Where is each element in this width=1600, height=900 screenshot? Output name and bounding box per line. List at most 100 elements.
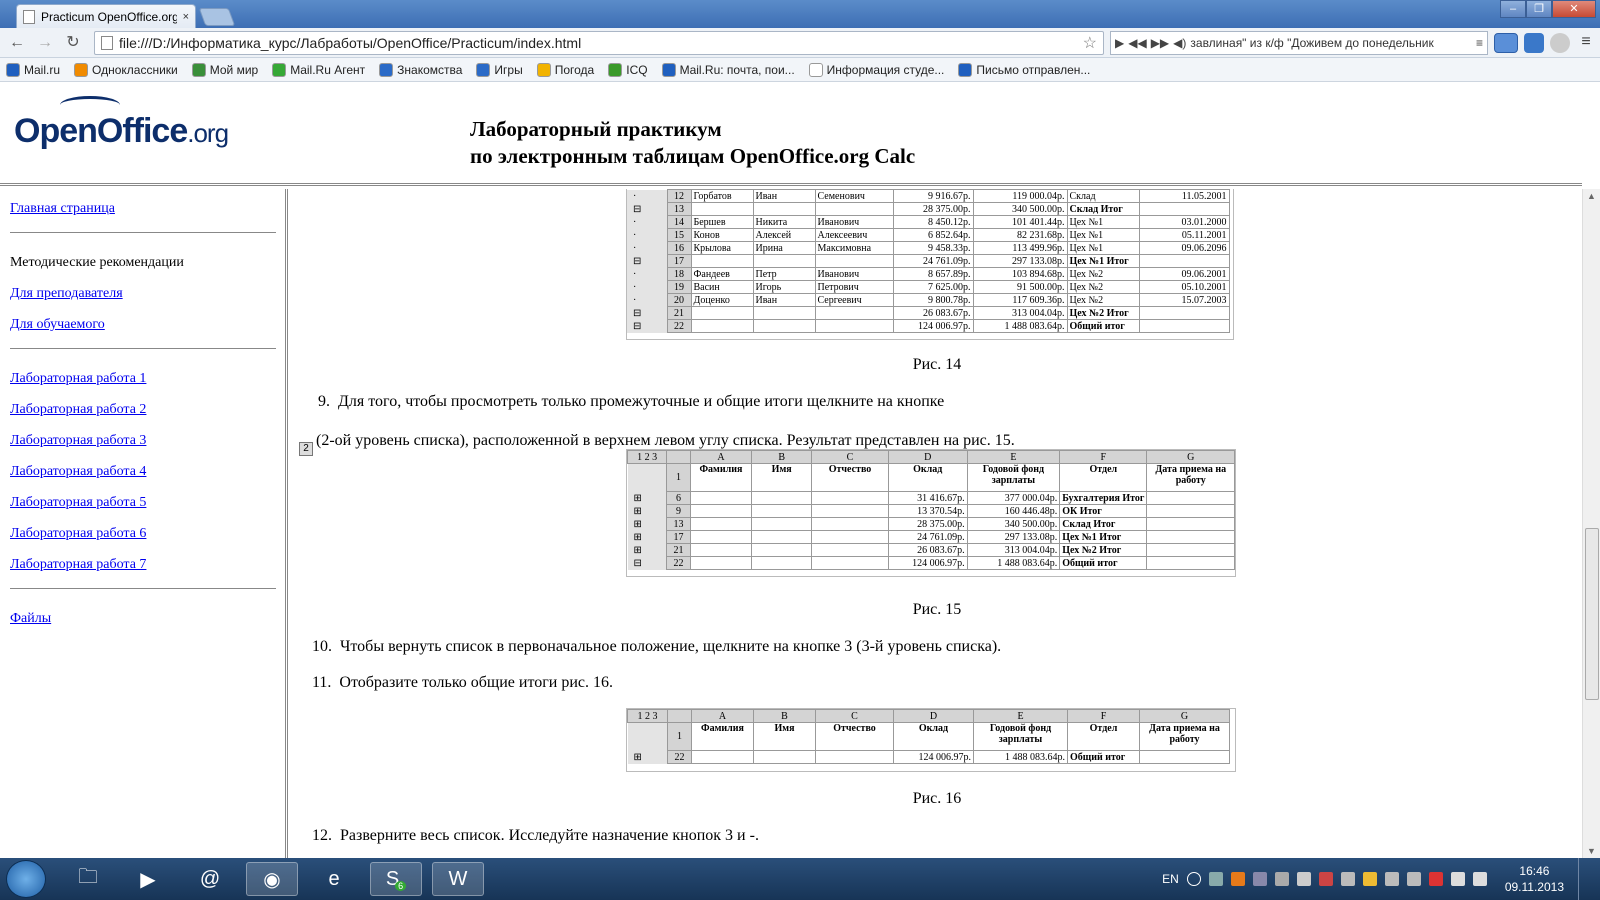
tray-icon[interactable] [1230,872,1245,886]
browser-tab[interactable]: Practicum OpenOffice.org × [16,4,196,28]
bookmark-item[interactable]: Мой мир [191,62,258,77]
settings-menu-icon[interactable]: ≡ [1576,33,1596,53]
mail-agent-taskbar-icon[interactable]: @ [184,862,236,896]
expand-plus-button[interactable]: ⊟ [627,556,668,570]
tray-icon[interactable] [1428,872,1443,886]
nav-lab-link-3[interactable]: Лабораторная работа 3 [10,433,275,449]
nav-student-link[interactable]: Для обучаемого [10,317,275,333]
outline-gutter[interactable]: ⊟ [627,202,668,216]
scroll-up-icon[interactable]: ▲ [1587,191,1596,201]
help-icon[interactable] [1186,872,1201,886]
nav-lab-link-1[interactable]: Лабораторная работа 1 [10,371,275,387]
cell: Цех №1 [1066,215,1140,229]
forward-arrow-icon[interactable]: → [34,33,56,53]
rewind-icon[interactable]: ◀◀ [1128,36,1146,50]
nav-home-link[interactable]: Главная страница [10,201,275,217]
outline-gutter[interactable]: ⊟ [627,254,668,268]
bookmark-item[interactable]: Mail.Ru Агент [272,62,365,77]
outline-gutter[interactable]: ⊟ [627,319,668,333]
close-window-button[interactable]: ✕ [1552,0,1596,18]
expand-plus-button[interactable]: ⊞ [627,517,668,531]
start-button[interactable] [6,860,46,898]
nav-lab-link-7[interactable]: Лабораторная работа 7 [10,557,275,573]
cell [1146,491,1235,505]
windows-taskbar: 🗀 ▶ @ ◉ e S6 W EN 16:46 09.11.2013 [0,858,1600,900]
bookmark-item[interactable]: ICQ [608,62,648,77]
back-arrow-icon[interactable]: ← [6,33,28,53]
tray-icon[interactable] [1318,872,1333,886]
bookmark-item[interactable]: Одноклассники [74,62,178,77]
volume-icon[interactable] [1472,872,1487,886]
scroll-down-icon[interactable]: ▼ [1587,846,1596,856]
tray-icon[interactable] [1274,872,1289,886]
cell: Игорь [752,280,816,294]
tray-icon[interactable] [1340,872,1355,886]
search-icon[interactable] [1494,33,1518,53]
expand-plus-button[interactable]: ⊞ [627,491,668,505]
bookmark-item[interactable]: Mail.Ru: почта, пои... [661,62,795,77]
skype-taskbar-icon[interactable]: S6 [370,862,422,896]
outline-gutter[interactable]: ⊟ [627,306,668,320]
expand-plus-button[interactable]: ⊞ [627,504,668,518]
maximize-button[interactable]: ❐ [1526,0,1552,18]
tab-close-icon[interactable]: × [183,11,189,23]
table-row: ⊟ 17 24 761.09р. 297 133.08р. Цех №1 Итог [627,254,1230,268]
nav-lab-link-4[interactable]: Лабораторная работа 4 [10,464,275,480]
nav-lab-link-5[interactable]: Лабораторная работа 5 [10,495,275,511]
profile-icon[interactable] [1550,33,1570,53]
openoffice-logo: OpenOffice.org [14,112,229,151]
bookmark-item[interactable]: Mail.ru [6,62,60,77]
menu-lines-icon[interactable]: ≡ [1476,36,1483,50]
bookmark-item[interactable]: Письмо отправлен... [958,62,1090,77]
network-icon[interactable] [1450,872,1465,886]
url-text[interactable]: file:///D:/Информатика_курс/Лабработы/Op… [119,35,1077,51]
vertical-scrollbar[interactable]: ▲ ▼ [1582,189,1600,858]
tray-icon[interactable] [1384,872,1399,886]
cell [752,306,816,320]
media-player-taskbar-icon[interactable]: ▶ [122,862,174,896]
nav-files-link[interactable]: Файлы [10,611,275,627]
nav-lab-link-6[interactable]: Лабораторная работа 6 [10,526,275,542]
explorer-taskbar-icon[interactable]: 🗀 [62,862,114,896]
outline-level-buttons[interactable]: 1 2 3 [627,709,668,723]
cell: Иванович [814,215,894,229]
column-header: E [973,709,1068,723]
show-desktop-button[interactable] [1578,858,1592,900]
cell: Крылова [690,241,754,255]
expand-plus-button[interactable]: ⊞ [627,750,668,764]
tray-icon[interactable] [1406,872,1421,886]
clock[interactable]: 16:46 09.11.2013 [1505,863,1564,895]
cell: Алексей [752,228,816,242]
tray-icon[interactable] [1362,872,1377,886]
word-taskbar-icon[interactable]: W [432,862,484,896]
tray-icon[interactable] [1208,872,1223,886]
bookmark-item[interactable]: Игры [476,62,523,77]
new-tab-button[interactable] [198,8,236,26]
bookmark-item[interactable]: Знакомства [379,62,462,77]
volume-icon[interactable]: ◀) [1173,36,1186,50]
language-indicator[interactable]: EN [1162,872,1179,886]
nav-lab-link-2[interactable]: Лабораторная работа 2 [10,402,275,418]
bookmark-star-icon[interactable]: ☆ [1083,33,1103,53]
outline-level-buttons[interactable]: 1 2 3 [627,450,668,464]
flag-icon[interactable] [1296,872,1311,886]
ie-taskbar-icon[interactable]: e [308,862,360,896]
bluetooth-icon[interactable] [1252,872,1267,886]
cell [1146,517,1235,531]
bookmark-label: Игры [494,62,523,77]
play-icon[interactable]: ▶ [1115,36,1124,50]
bookmark-item[interactable]: Информация студе... [808,62,944,77]
extension-icon[interactable] [1524,33,1544,53]
figure-16-spreadsheet: 1 2 3 A B C D E F G 1 Фамилия Имя Отчество Оклад Годо… [626,708,1236,772]
scrollbar-thumb[interactable] [1585,528,1599,700]
expand-plus-button[interactable]: ⊞ [627,543,668,557]
minimize-button[interactable]: – [1500,0,1526,18]
address-bar[interactable]: file:///D:/Информатика_курс/Лабработы/Op… [94,31,1104,55]
nav-teacher-link[interactable]: Для преподавателя [10,286,275,302]
fast-forward-icon[interactable]: ▶▶ [1151,36,1169,50]
expand-plus-button[interactable]: ⊞ [627,530,668,544]
cell: 119 000.04р. [972,189,1068,203]
chrome-taskbar-icon[interactable]: ◉ [246,862,298,896]
bookmark-item[interactable]: Погода [536,62,594,77]
reload-icon[interactable]: ↻ [62,33,84,53]
